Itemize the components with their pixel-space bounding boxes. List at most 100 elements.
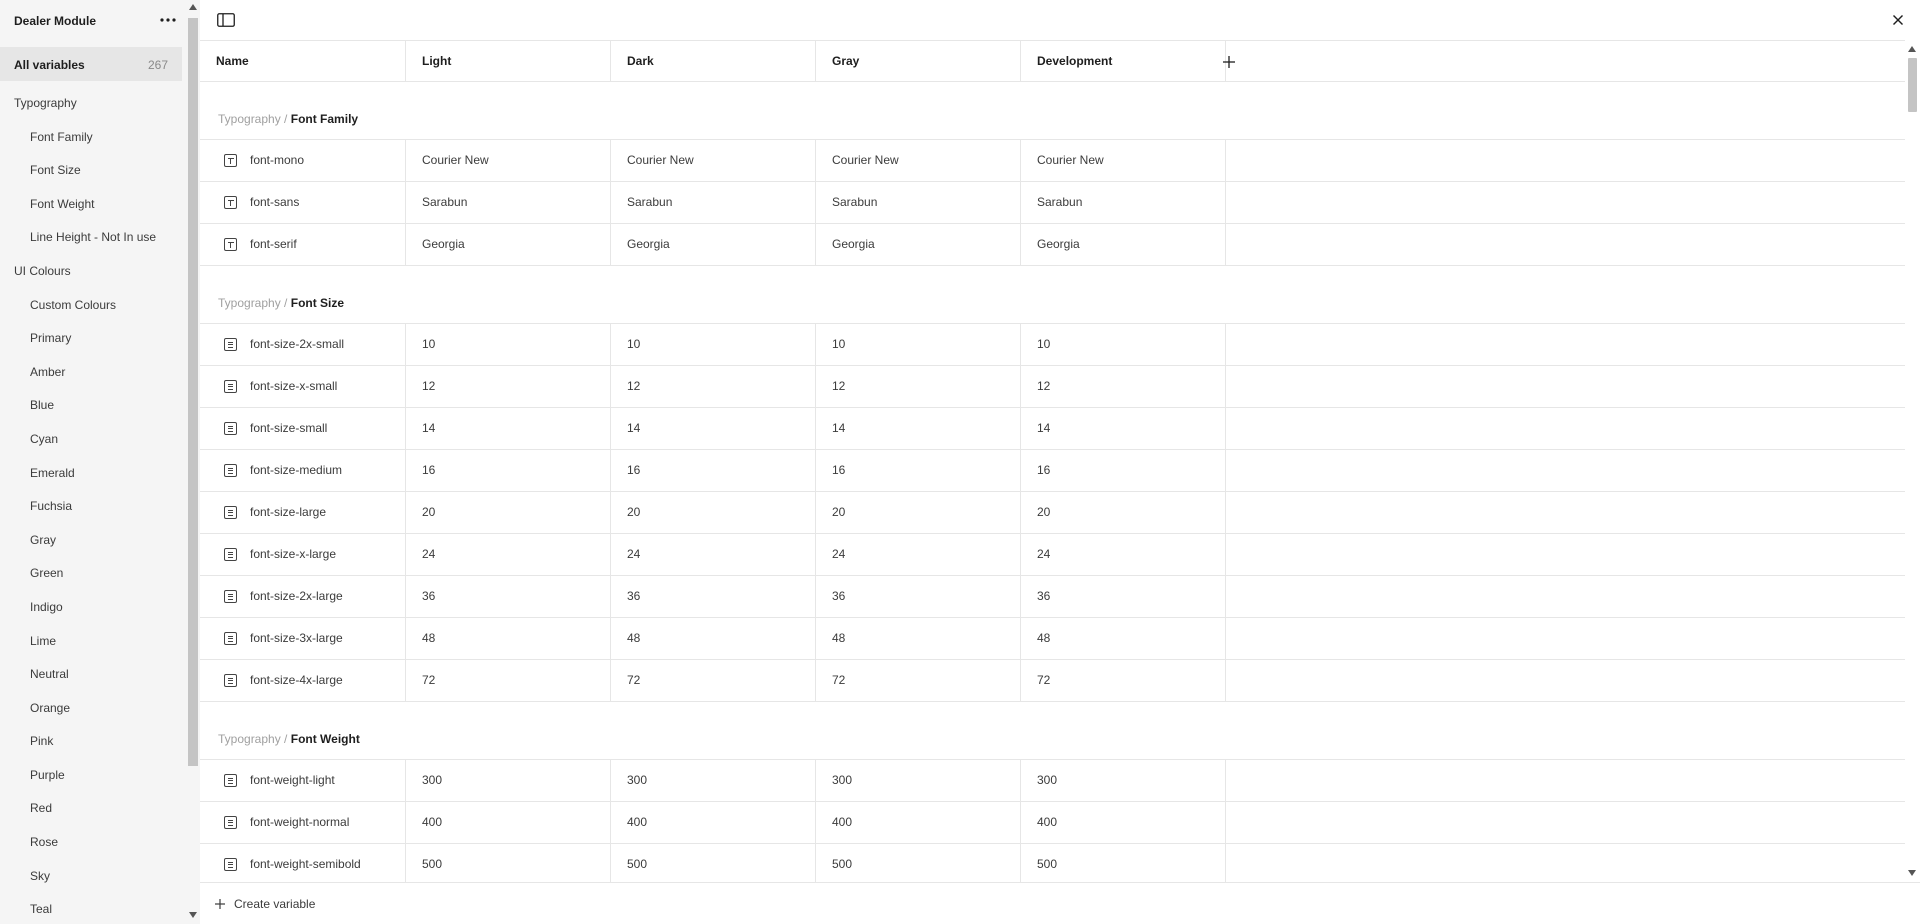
variable-value-cell[interactable]: 500 [816,844,1021,882]
sidebar-item[interactable]: Red [0,792,182,826]
variable-name-cell[interactable]: font-size-large [200,492,406,533]
variable-value-cell[interactable]: 36 [1021,576,1226,617]
variable-value-cell[interactable]: 72 [611,660,816,701]
more-horizontal-icon[interactable] [158,12,178,28]
sidebar-item[interactable]: Primary [0,322,182,356]
sidebar-toggle-icon[interactable] [217,13,235,27]
variable-value-cell[interactable]: Georgia [816,224,1021,265]
variable-value-cell[interactable]: 20 [406,492,611,533]
table-row[interactable]: font-size-2x-small 10 10 10 10 [200,324,1905,366]
table-row[interactable]: font-mono Courier New Courier New Courier N… [200,140,1905,182]
variable-name-cell[interactable]: font-sans [200,182,406,223]
variable-value-cell[interactable]: 20 [816,492,1021,533]
scroll-down-arrow-icon[interactable] [189,912,197,918]
table-row[interactable]: font-size-3x-large 48 48 48 48 [200,618,1905,660]
variable-value-cell[interactable]: Sarabun [406,182,611,223]
scroll-up-arrow-icon[interactable] [189,4,197,10]
sidebar-scrollbar-thumb[interactable] [188,18,198,766]
sidebar-item[interactable]: Font Size [0,154,182,188]
variable-value-cell[interactable]: 10 [816,324,1021,365]
variable-value-cell[interactable]: 48 [406,618,611,659]
variable-value-cell[interactable]: Sarabun [816,182,1021,223]
sidebar-group[interactable]: Typography [0,87,182,121]
table-row[interactable]: font-size-small 14 14 14 14 [200,408,1905,450]
sidebar-item[interactable]: Neutral [0,658,182,692]
sidebar-item[interactable]: Teal [0,893,182,924]
variable-value-cell[interactable]: 20 [1021,492,1226,533]
sidebar-group[interactable]: UI Colours [0,255,182,289]
table-row[interactable]: font-sans Sarabun Sarabun Sarabun Sarabun [200,182,1905,224]
variable-name-cell[interactable]: font-size-2x-small [200,324,406,365]
scroll-down-arrow-icon[interactable] [1908,870,1916,876]
sidebar-item[interactable]: Custom Colours [0,289,182,323]
variable-value-cell[interactable]: 12 [406,366,611,407]
variable-value-cell[interactable]: 24 [1021,534,1226,575]
variable-value-cell[interactable]: 16 [611,450,816,491]
sidebar-item[interactable]: Sky [0,860,182,894]
variable-value-cell[interactable]: Georgia [611,224,816,265]
table-row[interactable]: font-weight-light 300 300 300 300 [200,760,1905,802]
sidebar-item[interactable]: Amber [0,356,182,390]
variable-value-cell[interactable]: Georgia [406,224,611,265]
sidebar-item[interactable]: Font Family [0,121,182,155]
sidebar-item[interactable]: Orange [0,692,182,726]
variable-value-cell[interactable]: 12 [611,366,816,407]
sidebar-item[interactable]: Emerald [0,457,182,491]
variable-value-cell[interactable]: 48 [1021,618,1226,659]
variable-name-cell[interactable]: font-mono [200,140,406,181]
variable-name-cell[interactable]: font-size-x-large [200,534,406,575]
table-row[interactable]: font-size-medium 16 16 16 16 [200,450,1905,492]
variable-value-cell[interactable]: 300 [1021,760,1226,801]
variable-value-cell[interactable]: 12 [1021,366,1226,407]
variable-value-cell[interactable]: 24 [611,534,816,575]
variable-value-cell[interactable]: 16 [816,450,1021,491]
variable-value-cell[interactable]: 400 [1021,802,1226,843]
variable-name-cell[interactable]: font-size-4x-large [200,660,406,701]
variable-name-cell[interactable]: font-size-2x-large [200,576,406,617]
variable-name-cell[interactable]: font-size-small [200,408,406,449]
table-row[interactable]: font-size-4x-large 72 72 72 72 [200,660,1905,702]
variable-value-cell[interactable]: 24 [406,534,611,575]
variable-name-cell[interactable]: font-weight-semibold [200,844,406,882]
variable-value-cell[interactable]: Sarabun [1021,182,1226,223]
variable-value-cell[interactable]: 16 [1021,450,1226,491]
variable-value-cell[interactable]: 36 [611,576,816,617]
variable-value-cell[interactable]: 300 [816,760,1021,801]
variable-value-cell[interactable]: 500 [611,844,816,882]
variable-value-cell[interactable]: 400 [816,802,1021,843]
variable-value-cell[interactable]: 72 [406,660,611,701]
variable-value-cell[interactable]: 500 [1021,844,1226,882]
table-row[interactable]: font-size-x-small 12 12 12 12 [200,366,1905,408]
variable-value-cell[interactable]: 500 [406,844,611,882]
table-row[interactable]: font-size-2x-large 36 36 36 36 [200,576,1905,618]
variable-value-cell[interactable]: 14 [406,408,611,449]
variable-value-cell[interactable]: 36 [406,576,611,617]
variable-value-cell[interactable]: 12 [816,366,1021,407]
sidebar-item[interactable]: Fuchsia [0,490,182,524]
variable-value-cell[interactable]: 14 [611,408,816,449]
variable-name-cell[interactable]: font-weight-light [200,760,406,801]
variable-name-cell[interactable]: font-weight-normal [200,802,406,843]
table-row[interactable]: font-size-large 20 20 20 20 [200,492,1905,534]
variable-value-cell[interactable]: 16 [406,450,611,491]
table-scrollbar[interactable] [1905,40,1920,882]
variable-value-cell[interactable]: Courier New [816,140,1021,181]
sidebar-item-all-variables[interactable]: All variables 267 [0,47,182,81]
close-icon[interactable] [1890,12,1906,28]
variable-value-cell[interactable]: 48 [816,618,1021,659]
sidebar-item[interactable]: Cyan [0,423,182,457]
variable-value-cell[interactable]: 36 [816,576,1021,617]
create-variable-button[interactable]: Create variable [214,895,315,913]
table-row[interactable]: font-weight-semibold 500 500 500 500 [200,844,1905,882]
sidebar-item[interactable]: Blue [0,389,182,423]
sidebar-item[interactable]: Pink [0,725,182,759]
add-mode-plus-icon[interactable] [1219,52,1239,72]
variable-value-cell[interactable]: 400 [611,802,816,843]
variable-value-cell[interactable]: 24 [816,534,1021,575]
variable-name-cell[interactable]: font-size-3x-large [200,618,406,659]
variable-name-cell[interactable]: font-size-medium [200,450,406,491]
variable-value-cell[interactable]: Sarabun [611,182,816,223]
sidebar-item[interactable]: Rose [0,826,182,860]
variable-value-cell[interactable]: Georgia [1021,224,1226,265]
sidebar-item[interactable]: Indigo [0,591,182,625]
